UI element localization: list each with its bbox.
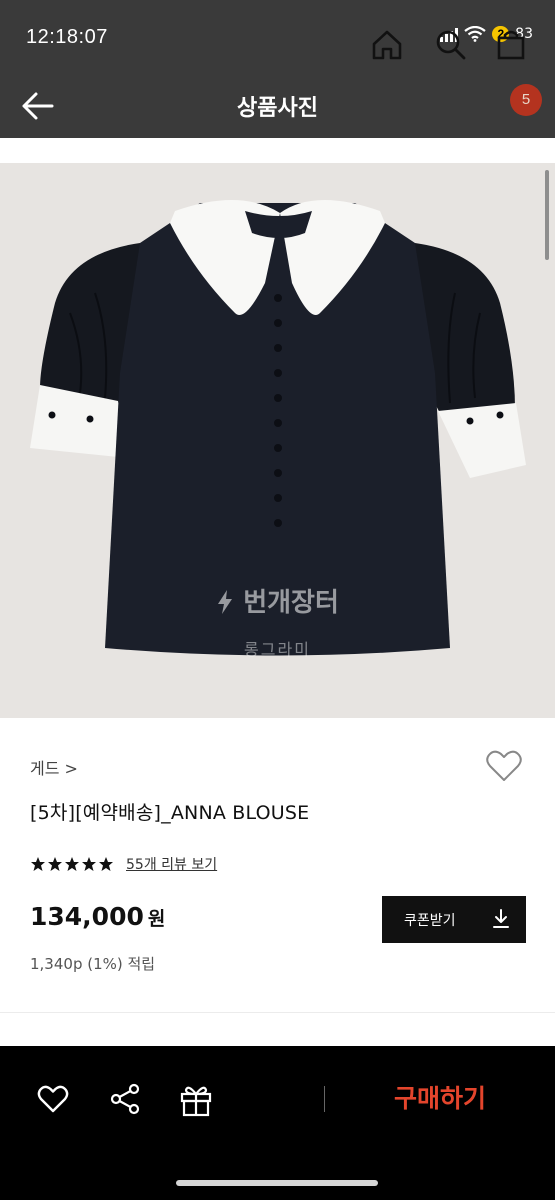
gift-button[interactable] bbox=[178, 1082, 214, 1118]
brand-link[interactable]: 게드 > bbox=[30, 755, 78, 779]
search-button[interactable] bbox=[434, 28, 468, 62]
coupon-label: 쿠폰받기 bbox=[404, 913, 456, 929]
price-amount: 134,000 bbox=[30, 902, 144, 931]
star-icon bbox=[48, 857, 62, 871]
share-button[interactable] bbox=[108, 1082, 142, 1116]
watermark-brand: 번개장터 bbox=[0, 582, 555, 619]
blouse-image bbox=[30, 199, 526, 656]
bottom-wishlist-button[interactable] bbox=[36, 1082, 70, 1116]
watermark-brand-text: 번개장터 bbox=[243, 588, 339, 618]
page-title: 상품사진 bbox=[237, 96, 318, 121]
wishlist-button[interactable] bbox=[484, 746, 524, 786]
gift-icon bbox=[180, 1086, 212, 1117]
home-button[interactable] bbox=[370, 28, 404, 62]
star-icon bbox=[65, 857, 79, 871]
heart-icon bbox=[486, 750, 522, 781]
top-header: 상품사진 bbox=[0, 72, 555, 138]
points-text: 1,340p (1%) 적립 bbox=[30, 955, 156, 973]
coupon-button[interactable]: 쿠폰받기 bbox=[382, 896, 526, 943]
star-icon bbox=[82, 857, 96, 871]
download-icon bbox=[493, 909, 509, 928]
section-divider bbox=[0, 1012, 555, 1013]
lightning-icon bbox=[218, 590, 233, 614]
product-name: [5차][예약배송]_ANNA BLOUSE bbox=[30, 802, 310, 824]
star-rating bbox=[30, 856, 114, 872]
cart-button[interactable] bbox=[494, 28, 528, 62]
home-indicator bbox=[176, 1180, 378, 1186]
heart-icon bbox=[37, 1085, 69, 1113]
price-row: 134,000 원 bbox=[30, 902, 165, 931]
cart-count-badge: 5 bbox=[510, 84, 542, 116]
review-link[interactable]: 55개 리뷰 보기 bbox=[126, 854, 217, 874]
photo-scrollbar[interactable] bbox=[545, 170, 549, 260]
price-unit: 원 bbox=[147, 908, 166, 930]
search-icon bbox=[436, 30, 466, 60]
status-time: 12:18:07 bbox=[26, 26, 108, 48]
buy-button[interactable]: 구매하기 bbox=[352, 1074, 528, 1124]
status-bar: 12:18:07 2 83 bbox=[0, 0, 555, 72]
bottom-bar-divider bbox=[324, 1086, 325, 1112]
share-icon bbox=[110, 1083, 140, 1115]
home-icon bbox=[372, 30, 402, 60]
watermark-user: 롱그라미 bbox=[244, 640, 311, 659]
rating-row: 55개 리뷰 보기 bbox=[30, 854, 217, 874]
product-photo[interactable] bbox=[0, 163, 555, 718]
star-icon bbox=[99, 857, 113, 871]
shopping-bag-icon bbox=[497, 30, 525, 60]
star-icon bbox=[31, 857, 45, 871]
